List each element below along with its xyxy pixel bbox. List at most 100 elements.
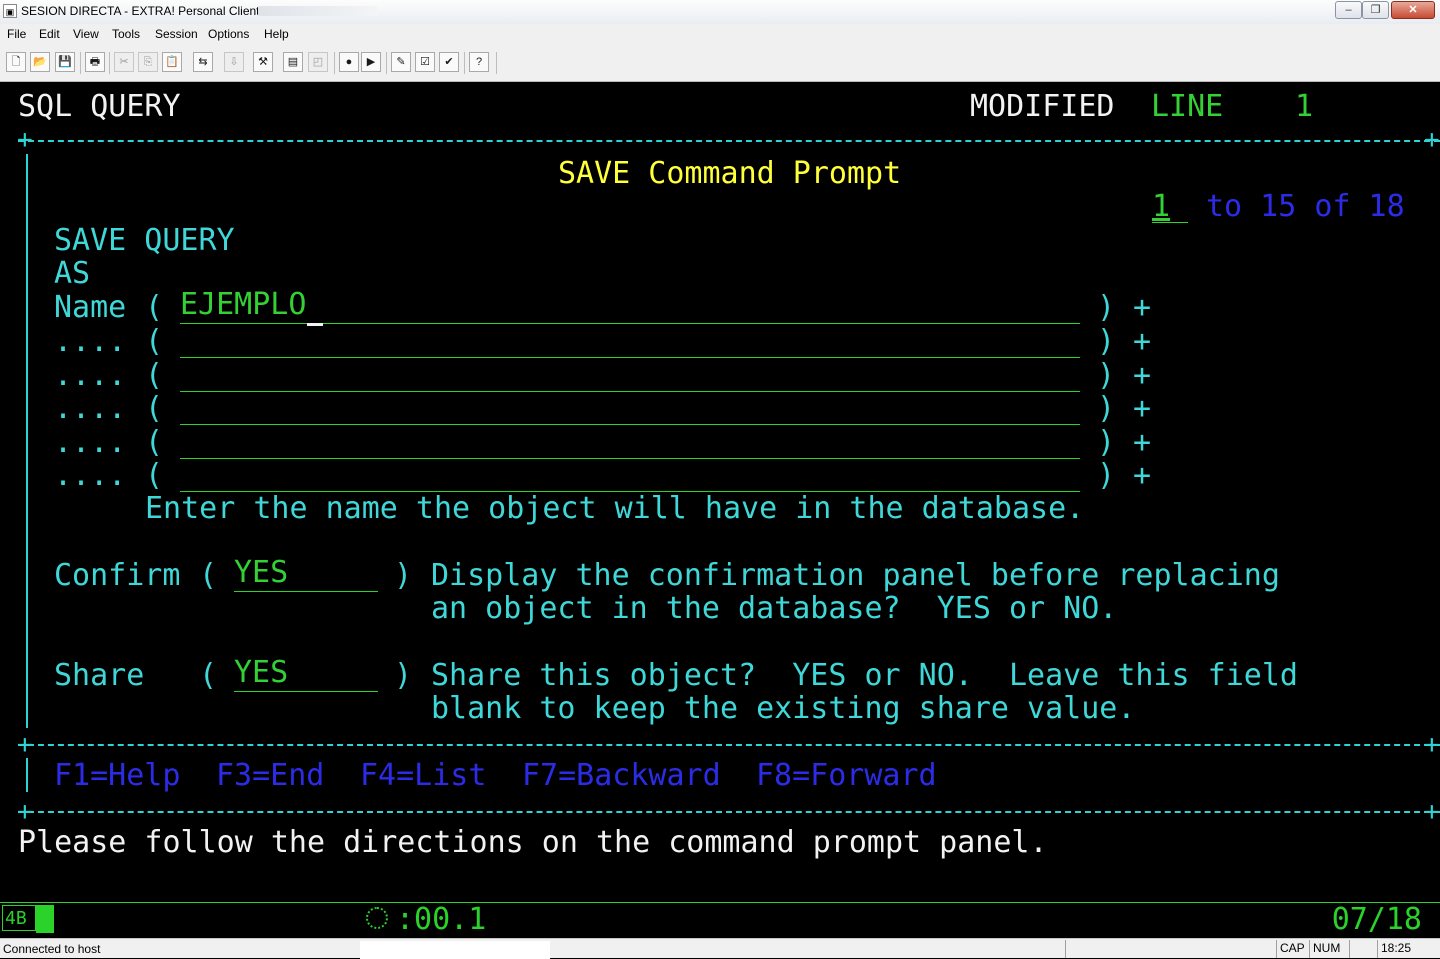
paren-close: ) bbox=[394, 658, 413, 693]
menu-help[interactable]: Help bbox=[264, 27, 289, 41]
play-icon[interactable]: ▶ bbox=[361, 52, 381, 72]
border-corner: + bbox=[1424, 730, 1440, 760]
continuation-label: .... bbox=[54, 458, 127, 493]
fkey-help[interactable]: F1=Help bbox=[54, 759, 180, 793]
share-help-line1: Share this object? YES or NO. Leave this… bbox=[431, 658, 1298, 693]
close-button[interactable]: ✕ bbox=[1391, 1, 1435, 19]
toolbar-separator bbox=[334, 52, 335, 74]
cut-icon[interactable]: ✂ bbox=[114, 52, 134, 72]
record-icon[interactable]: ● bbox=[339, 52, 359, 72]
continuation-label: .... bbox=[54, 391, 127, 426]
receive-icon[interactable]: ⇩ bbox=[224, 52, 244, 72]
confirm-help-line1: Display the confirmation panel before re… bbox=[431, 558, 1280, 593]
panel-border-top bbox=[18, 140, 1440, 142]
minimize-button[interactable]: – bbox=[1335, 1, 1362, 19]
edit-icon[interactable]: ✎ bbox=[391, 52, 411, 72]
name-continuation-field[interactable] bbox=[180, 390, 1080, 425]
operator-info-area: 4B :00.1 07/18 bbox=[0, 902, 1440, 938]
save-icon[interactable]: 💾 bbox=[55, 52, 75, 72]
as-label: AS bbox=[54, 256, 91, 291]
fkey-forward[interactable]: F8=Forward bbox=[756, 759, 937, 793]
name-continuation-field[interactable] bbox=[180, 323, 1080, 358]
more-indicator: + bbox=[1133, 290, 1152, 325]
range-underline bbox=[1152, 222, 1188, 223]
title-ghost-text bbox=[258, 6, 378, 16]
menu-bar: File Edit View Tools Session Options Hel… bbox=[0, 24, 1440, 46]
cursor-position: 07/18 bbox=[1331, 902, 1422, 937]
menu-tools[interactable]: Tools bbox=[112, 27, 140, 41]
paren-open: ( bbox=[199, 558, 218, 593]
copy-icon[interactable]: ⎘ bbox=[138, 52, 158, 72]
status-bar: Connected to host CAP NUM 18:25 bbox=[0, 938, 1440, 959]
border-corner: + bbox=[1424, 125, 1440, 155]
paren-open: ( bbox=[145, 458, 164, 493]
menu-options[interactable]: Options bbox=[208, 27, 249, 41]
status-empty-cell bbox=[1065, 940, 1276, 958]
fkey-backward[interactable]: F7=Backward bbox=[522, 759, 721, 793]
connection-status: Connected to host bbox=[3, 942, 101, 956]
paren-open: ( bbox=[145, 290, 164, 325]
window-title: SESION DIRECTA - EXTRA! Personal Client bbox=[21, 4, 260, 18]
macro-icon[interactable]: ◰ bbox=[308, 52, 328, 72]
range-current[interactable]: 1 bbox=[1152, 190, 1170, 224]
paren-close: ) bbox=[394, 558, 413, 593]
screen-title: SQL QUERY bbox=[18, 89, 181, 124]
caps-indicator: CAP bbox=[1276, 940, 1309, 958]
name-help-text: Enter the name the object will have in t… bbox=[145, 491, 1085, 526]
menu-session[interactable]: Session bbox=[155, 27, 198, 41]
paren-open: ( bbox=[145, 391, 164, 426]
border-corner: + bbox=[1424, 797, 1440, 827]
toolbar-separator bbox=[80, 52, 81, 74]
name-continuation-field[interactable] bbox=[180, 357, 1080, 392]
clock-icon bbox=[366, 907, 388, 929]
command-label: SAVE QUERY bbox=[54, 223, 235, 258]
menu-view[interactable]: View bbox=[73, 27, 99, 41]
continuation-label: .... bbox=[54, 324, 127, 359]
paren-open: ( bbox=[145, 358, 164, 393]
name-continuation-field[interactable] bbox=[180, 457, 1080, 492]
more-indicator: + bbox=[1133, 324, 1152, 359]
range-text: to 15 of 18 bbox=[1206, 189, 1405, 224]
share-help-line2: blank to keep the existing share value. bbox=[431, 691, 1136, 726]
name-field[interactable]: EJEMPLO bbox=[180, 289, 1080, 324]
fkey-list[interactable]: F4=List bbox=[360, 759, 486, 793]
share-label: Share bbox=[54, 658, 145, 693]
help-icon[interactable]: ? bbox=[469, 52, 489, 72]
paren-close: ) bbox=[1097, 358, 1116, 393]
menu-file[interactable]: File bbox=[7, 27, 26, 41]
open-icon[interactable]: 📂 bbox=[30, 52, 50, 72]
print-icon[interactable]: 🖶 bbox=[85, 52, 105, 72]
more-indicator: + bbox=[1133, 458, 1152, 493]
new-icon[interactable]: 🗋 bbox=[6, 52, 26, 72]
panel-border-bottom bbox=[18, 811, 1440, 813]
confirm-field[interactable]: YES bbox=[234, 557, 378, 592]
toolbar-separator bbox=[386, 52, 387, 74]
message-line: Please follow the directions on the comm… bbox=[18, 825, 1048, 860]
send-icon[interactable]: ⇆ bbox=[193, 52, 213, 72]
clock-time: 18:25 bbox=[1377, 940, 1440, 958]
paren-close: ) bbox=[1097, 290, 1116, 325]
session-indicator: 4B bbox=[2, 905, 36, 931]
terminal-screen[interactable]: SQL QUERY MODIFIED LINE 1 + + SAVE Comma… bbox=[0, 82, 1440, 938]
paste-icon[interactable]: 📋 bbox=[162, 52, 182, 72]
app-icon[interactable]: ▣ bbox=[3, 4, 17, 18]
check-icon[interactable]: ✔ bbox=[439, 52, 459, 72]
panel-border-middle bbox=[18, 744, 1440, 746]
status-empty-cell bbox=[1349, 940, 1377, 958]
maximize-button[interactable]: ❐ bbox=[1362, 1, 1389, 19]
tools-icon[interactable]: ⚒ bbox=[253, 52, 273, 72]
connection-indicator bbox=[36, 905, 54, 933]
file-transfer-icon[interactable]: ▤ bbox=[283, 52, 303, 72]
line-value: 1 bbox=[1295, 89, 1314, 124]
paren-close: ) bbox=[1097, 458, 1116, 493]
name-continuation-field[interactable] bbox=[180, 424, 1080, 459]
menu-edit[interactable]: Edit bbox=[39, 27, 60, 41]
panel-border-left bbox=[26, 758, 28, 792]
confirm-help-line2: an object in the database? YES or NO. bbox=[431, 591, 1118, 626]
confirm-label: Confirm bbox=[54, 558, 181, 593]
fkey-end[interactable]: F3=End bbox=[216, 759, 324, 793]
more-indicator: + bbox=[1133, 358, 1152, 393]
continuation-label: .... bbox=[54, 425, 127, 460]
share-field[interactable]: YES bbox=[234, 657, 378, 692]
settings-icon[interactable]: ☑ bbox=[415, 52, 435, 72]
